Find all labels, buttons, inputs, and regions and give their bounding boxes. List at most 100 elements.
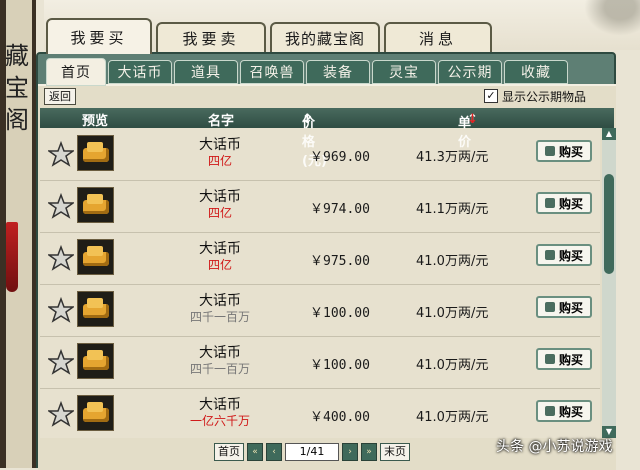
- side-title-char: 阁: [5, 106, 29, 134]
- sort-down-icon[interactable]: ↓: [302, 112, 313, 127]
- tab-messages[interactable]: 消息: [384, 22, 492, 52]
- item-amount: 四千一百万: [189, 310, 250, 324]
- header-unit[interactable]: 单价 ↑ ↓: [458, 110, 478, 150]
- last-page-button[interactable]: 末页: [380, 443, 410, 461]
- gold-ingot-shape: [87, 402, 103, 412]
- favorite-star-icon[interactable]: [48, 245, 74, 271]
- scroll-up-icon[interactable]: ▲: [602, 128, 616, 140]
- currency-thumbnail-icon: [77, 291, 114, 327]
- gold-ingot-shape: [87, 194, 103, 204]
- gold-ingot-shape: [87, 246, 103, 256]
- currency-thumbnail-icon: [77, 343, 114, 379]
- buy-button[interactable]: 购买: [536, 296, 592, 318]
- gold-ingot-shape: [87, 142, 103, 152]
- gold-ingot-shape: [87, 350, 103, 360]
- item-amount: 四千一百万: [189, 362, 250, 376]
- item-name: 大话币: [199, 397, 241, 413]
- buy-icon: [544, 302, 555, 312]
- item-amount: 四亿: [207, 258, 232, 272]
- gold-ingot-shape: [87, 298, 103, 308]
- side-title-char: 藏: [5, 42, 29, 70]
- subtab-home[interactable]: 首页: [46, 58, 106, 86]
- tassel-ornament: [6, 222, 18, 292]
- show-public-toggle[interactable]: ✓ 显示公示期物品: [484, 88, 586, 104]
- first-page-button[interactable]: 首页: [214, 443, 244, 461]
- listing-list: 大话币 四亿 ￥969.00 41.3万两/元 购买 大话币 四亿 ￥974.00 41.1万两…: [40, 128, 600, 438]
- brush-stroke: [584, 0, 640, 36]
- tab-sell[interactable]: 我要卖: [156, 22, 266, 52]
- table-header: 预览 名字 价格(元) ↑ ↓ 单价 ↑ ↓: [40, 108, 614, 169]
- prev-page-icon[interactable]: ‹: [266, 443, 282, 461]
- item-unit-price: 41.0万两/元: [416, 358, 489, 373]
- sort-down-active-icon[interactable]: ↓: [467, 112, 478, 127]
- subtab-items[interactable]: 道具: [174, 60, 238, 84]
- buy-icon: [544, 354, 555, 364]
- item-amount: 四亿: [207, 154, 232, 168]
- fast-forward-icon[interactable]: »: [361, 443, 377, 461]
- item-price: ￥975.00: [310, 254, 370, 269]
- item-name: 大话币: [199, 293, 241, 309]
- buy-button[interactable]: 购买: [536, 348, 592, 370]
- buy-icon: [544, 146, 555, 156]
- buy-button-label: 购买: [558, 300, 583, 315]
- item-name: 大话币: [199, 189, 241, 205]
- subtab-equipment[interactable]: 装备: [306, 60, 370, 84]
- item-name: 大话币: [199, 241, 241, 257]
- buy-button[interactable]: 购买: [536, 244, 592, 266]
- page-indicator: 1/41: [285, 443, 339, 461]
- currency-thumbnail-icon: [77, 395, 114, 431]
- buy-icon: [544, 198, 555, 208]
- header-name: 名字: [208, 114, 235, 129]
- header-preview: 预览: [82, 114, 109, 129]
- buy-button-label: 购买: [558, 404, 583, 419]
- pager: 首页 « ‹ 1/41 › » 末页: [214, 443, 410, 461]
- table-row: 大话币 一亿六千万 ￥400.00 41.0万两/元 购买: [40, 388, 600, 438]
- item-price: ￥100.00: [310, 358, 370, 373]
- favorite-star-icon[interactable]: [48, 297, 74, 323]
- item-name: 大话币: [199, 137, 241, 153]
- favorite-star-icon[interactable]: [48, 349, 74, 375]
- fast-back-icon[interactable]: «: [247, 443, 263, 461]
- back-button[interactable]: 返回: [44, 88, 76, 105]
- subtab-favorites[interactable]: 收藏: [504, 60, 568, 84]
- buy-button[interactable]: 购买: [536, 192, 592, 214]
- table-row: 大话币 四千一百万 ￥100.00 41.0万两/元 购买: [40, 284, 600, 337]
- item-price: ￥974.00: [310, 202, 370, 217]
- currency-thumbnail-icon: [77, 135, 114, 171]
- table-row: 大话币 四亿 ￥975.00 41.0万两/元 购买: [40, 232, 600, 285]
- buy-button-label: 购买: [558, 144, 583, 159]
- tab-my-treasure[interactable]: 我的藏宝阁: [270, 22, 380, 52]
- item-unit-price: 41.3万两/元: [416, 150, 489, 165]
- buy-button[interactable]: 购买: [536, 140, 592, 162]
- favorite-star-icon[interactable]: [48, 193, 74, 219]
- currency-thumbnail-icon: [77, 187, 114, 223]
- show-public-label: 显示公示期物品: [502, 89, 587, 104]
- side-title-char: 宝: [5, 74, 29, 102]
- scroll-thumb[interactable]: [604, 174, 614, 274]
- buy-button-label: 购买: [558, 352, 583, 367]
- favorite-star-icon[interactable]: [48, 141, 74, 167]
- item-price: ￥969.00: [310, 150, 370, 165]
- item-price: ￥100.00: [310, 306, 370, 321]
- checkbox-checked[interactable]: ✓: [484, 89, 498, 103]
- buy-icon: [544, 406, 555, 416]
- subtab-summons[interactable]: 召唤兽: [240, 60, 304, 84]
- subtab-public-period[interactable]: 公示期: [438, 60, 502, 84]
- scrollbar[interactable]: ▲ ▼: [602, 128, 616, 438]
- item-amount: 一亿六千万: [189, 414, 250, 428]
- item-amount: 四亿: [207, 206, 232, 220]
- subtab-currency[interactable]: 大话币: [108, 60, 172, 84]
- next-page-icon[interactable]: ›: [342, 443, 358, 461]
- watermark: 头条 @小苏说游戏: [496, 439, 613, 455]
- item-unit-price: 41.0万两/元: [416, 306, 489, 321]
- subtab-spirit-treasure[interactable]: 灵宝: [372, 60, 436, 84]
- favorite-star-icon[interactable]: [48, 401, 74, 427]
- item-unit-price: 41.0万两/元: [416, 410, 489, 425]
- buy-icon: [544, 250, 555, 260]
- table-row: 大话币 四亿 ￥974.00 41.1万两/元 购买: [40, 180, 600, 233]
- buy-button-label: 购买: [558, 248, 583, 263]
- buy-button[interactable]: 购买: [536, 400, 592, 422]
- table-row: 大话币 四亿 ￥969.00 41.3万两/元 购买: [40, 128, 600, 181]
- side-title: 藏 宝 阁: [4, 40, 30, 136]
- tab-buy[interactable]: 我要买: [46, 18, 152, 54]
